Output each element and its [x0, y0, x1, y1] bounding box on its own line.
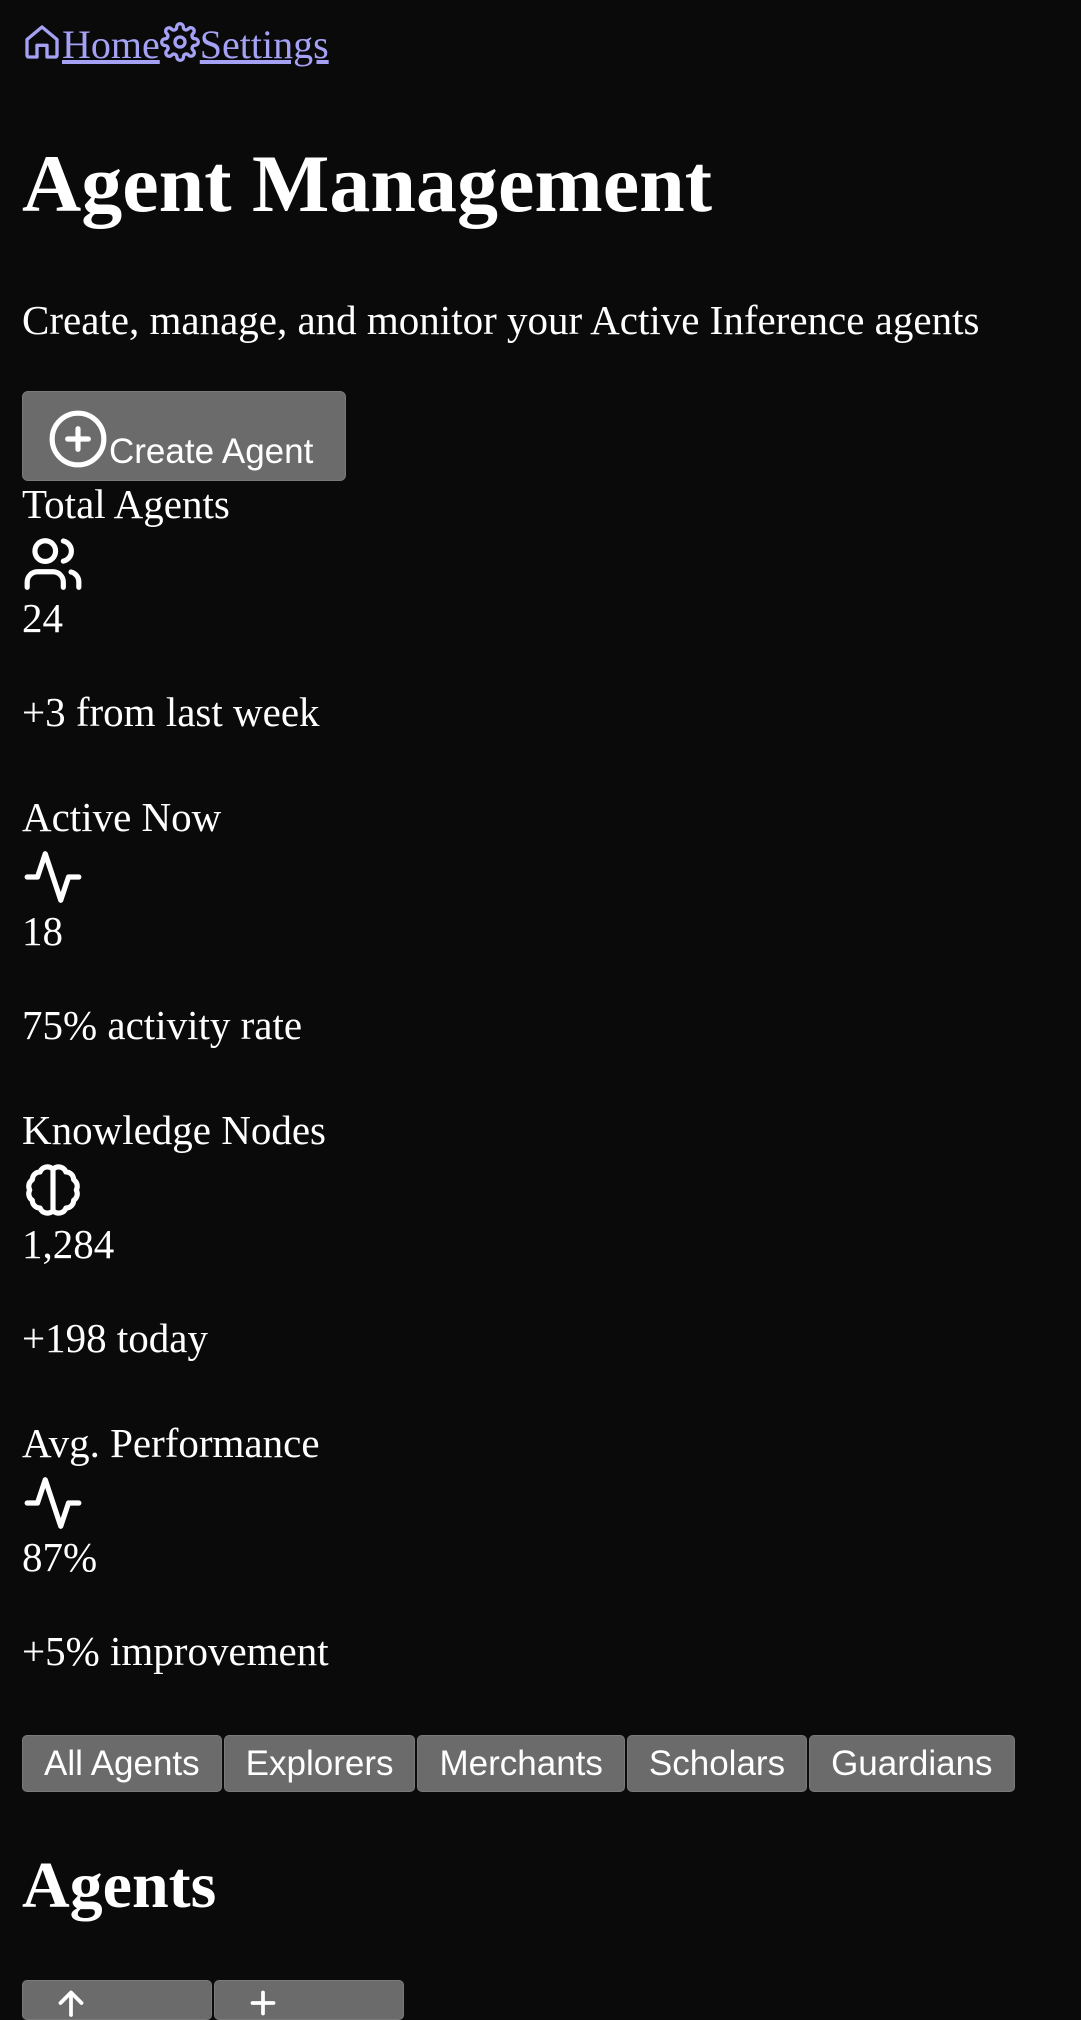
upload-button[interactable] — [22, 1980, 212, 2020]
agents-section-title: Agents — [22, 1849, 217, 1922]
page-subtitle: Create, manage, and monitor your Active … — [22, 297, 980, 343]
stat-card-avg-performance: Avg. Performance 87% +5% improvement — [22, 1420, 622, 1674]
stat-label: Avg. Performance — [22, 1420, 320, 1466]
stat-card-active-now: Active Now 18 75% activity rate — [22, 794, 622, 1048]
create-agent-button[interactable]: Create Agent — [22, 391, 346, 481]
stat-note: +3 from last week — [22, 689, 320, 735]
stat-label: Total Agents — [22, 481, 230, 527]
stat-note: +198 today — [22, 1315, 208, 1361]
page-title: Agent Management — [22, 138, 713, 229]
agent-filter-tabs: All Agents Explorers Merchants Scholars … — [22, 1735, 1015, 1792]
tab-scholars[interactable]: Scholars — [626, 1735, 808, 1792]
tab-explorers[interactable]: Explorers — [223, 1735, 416, 1792]
stat-label: Knowledge Nodes — [22, 1107, 327, 1153]
agents-toolbar — [22, 1980, 404, 2020]
stat-card-total-agents: Total Agents 24 +3 from last week — [22, 481, 622, 735]
tab-merchants[interactable]: Merchants — [417, 1735, 625, 1792]
plus-circle-icon — [47, 408, 109, 472]
stat-value: 87% — [22, 1534, 98, 1580]
activity-icon — [22, 846, 622, 908]
users-icon — [22, 533, 622, 595]
create-agent-label: Create Agent — [109, 432, 314, 471]
home-link[interactable]: Home — [22, 22, 160, 68]
tab-guardians[interactable]: Guardians — [809, 1735, 1015, 1792]
breadcrumb: Home Settings — [22, 22, 329, 72]
brain-icon — [22, 1159, 622, 1221]
home-link-label: Home — [62, 22, 160, 67]
stat-value: 1,284 — [22, 1221, 115, 1267]
stat-value: 18 — [22, 908, 63, 954]
stat-note: +5% improvement — [22, 1628, 329, 1674]
stat-value: 24 — [22, 595, 63, 641]
settings-link-label: Settings — [199, 22, 329, 67]
stat-note: 75% activity rate — [22, 1002, 303, 1048]
home-icon — [22, 22, 62, 62]
add-button[interactable] — [214, 1980, 404, 2020]
activity-icon — [22, 1472, 622, 1534]
stat-card-knowledge-nodes: Knowledge Nodes 1,284 +198 today — [22, 1107, 622, 1361]
tab-all-agents[interactable]: All Agents — [22, 1735, 222, 1792]
settings-link[interactable]: Settings — [159, 22, 329, 68]
gear-icon — [159, 22, 200, 62]
stat-label: Active Now — [22, 794, 222, 840]
